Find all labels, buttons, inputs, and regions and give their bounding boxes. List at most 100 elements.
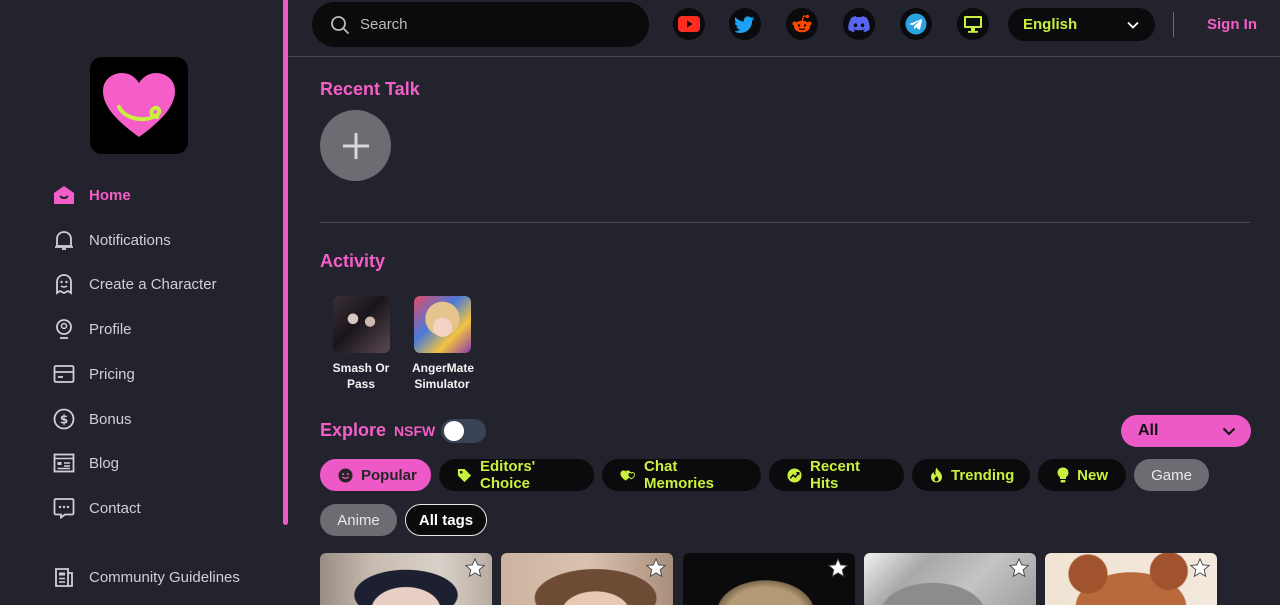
profile-icon bbox=[52, 318, 75, 341]
toggle-knob bbox=[444, 421, 464, 441]
nsfw-label: NSFW bbox=[394, 423, 436, 439]
chip-label: New bbox=[1077, 466, 1108, 484]
blog-icon bbox=[52, 452, 75, 475]
add-talk-button[interactable] bbox=[320, 110, 391, 181]
app-logo[interactable] bbox=[90, 57, 188, 154]
sidebar-item-community-guidelines[interactable]: Community Guidelines bbox=[52, 562, 240, 592]
reddit-button[interactable] bbox=[786, 8, 818, 40]
sidebar-item-contact[interactable]: Contact bbox=[52, 493, 141, 523]
chip-label: Popular bbox=[361, 466, 417, 484]
plus-icon bbox=[342, 132, 369, 159]
category-select-value: All bbox=[1138, 422, 1159, 439]
sidebar-item-label: Notifications bbox=[89, 231, 171, 249]
chip-anime[interactable]: Anime bbox=[320, 504, 397, 536]
recent-talk-title: Recent Talk bbox=[320, 79, 420, 99]
trend-icon bbox=[787, 467, 802, 483]
search-icon bbox=[331, 15, 349, 34]
character-card[interactable] bbox=[683, 553, 855, 605]
language-label: English bbox=[1023, 16, 1078, 33]
chip-trending[interactable]: Trending bbox=[912, 459, 1030, 491]
nsfw-toggle[interactable] bbox=[441, 419, 486, 443]
sidebar-item-blog[interactable]: Blog bbox=[52, 448, 119, 478]
character-card[interactable] bbox=[320, 553, 492, 605]
star-icon[interactable] bbox=[1189, 557, 1211, 579]
sidebar-item-label: Bonus bbox=[89, 410, 132, 428]
chip-new[interactable]: New bbox=[1038, 459, 1126, 491]
telegram-button[interactable] bbox=[900, 8, 932, 40]
youtube-icon bbox=[678, 16, 700, 32]
card-icon bbox=[52, 363, 75, 386]
sidebar-item-pricing[interactable]: Pricing bbox=[52, 359, 135, 389]
discord-icon bbox=[848, 15, 870, 32]
telegram-icon bbox=[905, 13, 927, 35]
smile-icon bbox=[338, 467, 353, 483]
chip-label: Chat Memories bbox=[644, 458, 715, 492]
ghost-icon bbox=[52, 273, 75, 296]
guidelines-icon bbox=[52, 566, 75, 589]
chip-label: Recent Hits bbox=[810, 458, 861, 492]
activity-name: AngerMate Simulator bbox=[412, 361, 475, 391]
hearts-icon bbox=[620, 467, 636, 483]
sidebar-item-label: Contact bbox=[89, 499, 141, 517]
chip-recent-hits[interactable]: Recent Hits bbox=[769, 458, 904, 492]
chip-editors-choice[interactable]: Editors' Choice bbox=[439, 458, 594, 492]
svg-text:$: $ bbox=[59, 413, 67, 427]
sidebar-item-label: Community Guidelines bbox=[89, 568, 240, 586]
search-input[interactable] bbox=[360, 16, 620, 33]
activity-item-angermate-simulator[interactable]: AngerMate Simulator bbox=[412, 296, 475, 392]
chip-label: Trending bbox=[951, 466, 1015, 484]
topbar-divider bbox=[1173, 12, 1174, 37]
desktop-icon bbox=[964, 16, 982, 33]
chip-popular[interactable]: Popular bbox=[320, 459, 431, 491]
star-icon[interactable] bbox=[827, 557, 849, 579]
sign-in-link[interactable]: Sign In bbox=[1207, 16, 1257, 33]
star-icon[interactable] bbox=[645, 557, 667, 579]
twitter-button[interactable] bbox=[729, 8, 761, 40]
activity-thumbnail bbox=[413, 296, 471, 353]
chip-chat-memories[interactable]: Chat Memories bbox=[602, 458, 761, 492]
sidebar-item-label: Pricing bbox=[89, 365, 135, 383]
language-select[interactable]: English bbox=[1008, 8, 1155, 41]
chip-label: Game bbox=[1151, 466, 1192, 484]
category-select[interactable]: All bbox=[1121, 415, 1251, 447]
home-icon bbox=[52, 184, 75, 207]
youtube-button[interactable] bbox=[673, 8, 705, 40]
desktop-app-button[interactable] bbox=[957, 8, 989, 40]
star-icon[interactable] bbox=[464, 557, 486, 579]
search-bar[interactable] bbox=[312, 2, 649, 47]
chip-label: Anime bbox=[337, 511, 380, 529]
topbar: English Sign In bbox=[288, 0, 1280, 57]
activity-name: Smash Or Pass bbox=[332, 361, 390, 391]
explore-title: Explore bbox=[320, 420, 387, 440]
sidebar-item-notifications[interactable]: Notifications bbox=[52, 225, 171, 255]
app: Home Notifications Create a Character Pr… bbox=[0, 0, 1280, 605]
bulb-icon bbox=[1056, 467, 1069, 483]
activity-title: Activity bbox=[320, 251, 386, 271]
chevron-down-icon bbox=[1222, 427, 1236, 435]
sidebar-item-bonus[interactable]: $ Bonus bbox=[52, 404, 132, 434]
chat-icon bbox=[52, 497, 75, 520]
character-card[interactable] bbox=[501, 553, 673, 605]
character-card[interactable] bbox=[864, 553, 1036, 605]
sidebar-item-label: Profile bbox=[89, 320, 132, 338]
section-divider bbox=[320, 222, 1250, 223]
sidebar-item-label: Home bbox=[89, 186, 131, 204]
sidebar-item-create-character[interactable]: Create a Character bbox=[52, 269, 217, 299]
sidebar-item-profile[interactable]: Profile bbox=[52, 314, 132, 344]
chevron-down-icon bbox=[1127, 21, 1139, 29]
chip-game[interactable]: Game bbox=[1134, 459, 1209, 491]
discord-button[interactable] bbox=[843, 8, 875, 40]
activity-thumbnail bbox=[332, 296, 390, 353]
chip-all-tags[interactable]: All tags bbox=[405, 504, 487, 536]
sidebar-item-home[interactable]: Home bbox=[52, 180, 131, 210]
sidebar: Home Notifications Create a Character Pr… bbox=[0, 0, 283, 605]
chip-label: All tags bbox=[418, 511, 474, 529]
tag-icon bbox=[457, 467, 472, 483]
activity-item-smash-or-pass[interactable]: Smash Or Pass bbox=[331, 296, 391, 392]
bell-icon bbox=[52, 229, 75, 252]
dollar-icon: $ bbox=[52, 408, 75, 431]
star-icon[interactable] bbox=[1008, 557, 1030, 579]
character-card[interactable] bbox=[1045, 553, 1217, 605]
sidebar-scroll-indicator[interactable] bbox=[283, 0, 288, 525]
twitter-icon bbox=[735, 15, 755, 33]
